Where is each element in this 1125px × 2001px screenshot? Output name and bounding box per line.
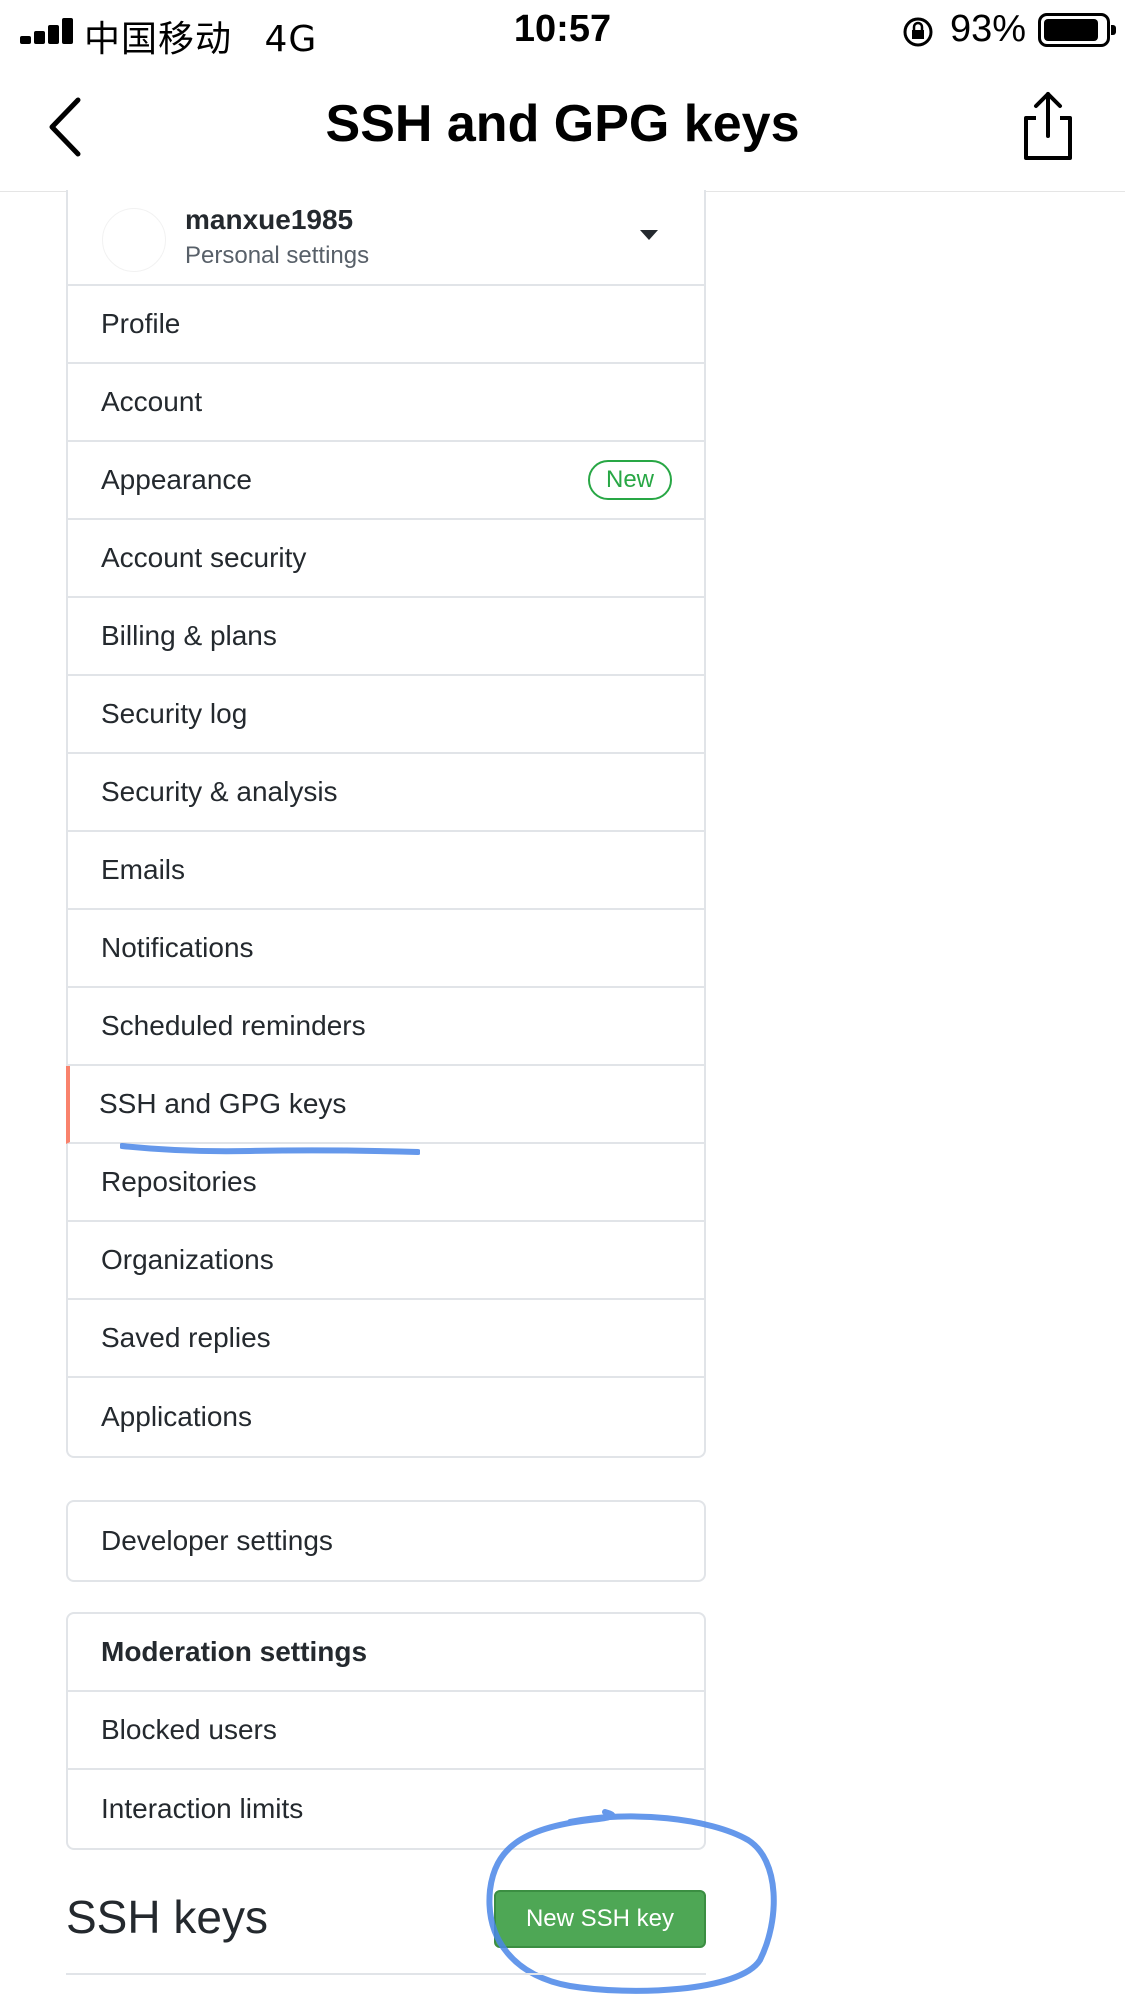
account-switcher[interactable]: manxue1985 Personal settings: [68, 190, 704, 286]
settings-menu: manxue1985 Personal settings Profile Acc…: [66, 190, 706, 1458]
avatar: [102, 208, 166, 272]
menu-item-blocked-users[interactable]: Blocked users: [68, 1692, 704, 1770]
status-bar: 中国移动 4G 10:57 93%: [0, 0, 1125, 62]
menu-item-organizations[interactable]: Organizations: [68, 1222, 704, 1300]
menu-item-label: SSH and GPG keys: [99, 1088, 347, 1119]
share-icon[interactable]: [1016, 88, 1080, 164]
menu-item-account[interactable]: Account: [68, 364, 704, 442]
menu-item-notifications[interactable]: Notifications: [68, 910, 704, 988]
menu-item-applications[interactable]: Applications: [68, 1378, 704, 1456]
battery-percent: 93%: [950, 8, 1027, 50]
caret-down-icon[interactable]: [640, 230, 658, 240]
menu-item-label: Applications: [101, 1401, 252, 1432]
menu-item-label: Saved replies: [101, 1322, 271, 1353]
menu-item-label: Security log: [101, 698, 248, 729]
divider: [66, 1973, 706, 1975]
battery-icon: [1038, 13, 1116, 47]
menu-item-saved-replies[interactable]: Saved replies: [68, 1300, 704, 1378]
menu-item-label: Appearance: [101, 464, 253, 495]
menu-item-label: Developer settings: [101, 1525, 333, 1556]
new-badge: New: [587, 460, 672, 500]
menu-item-label: Notifications: [101, 932, 254, 963]
menu-item-label: Scheduled reminders: [101, 1010, 366, 1041]
username: manxue1985: [185, 204, 354, 235]
menu-item-billing[interactable]: Billing & plans: [68, 598, 704, 676]
page: 中国移动 4G 10:57 93% SSH and GPG keys manxu…: [0, 0, 1125, 2001]
menu-item-label: Emails: [101, 854, 186, 885]
menu-item-label: Account: [101, 386, 203, 417]
menu-item-label: Blocked users: [101, 1714, 277, 1745]
menu-item-security-analysis[interactable]: Security & analysis: [68, 754, 704, 832]
ssh-keys-heading: SSH keys: [66, 1891, 268, 1943]
menu-item-ssh-gpg-keys[interactable]: SSH and GPG keys: [66, 1066, 704, 1144]
menu-item-emails[interactable]: Emails: [68, 832, 704, 910]
menu-item-appearance[interactable]: Appearance New: [68, 442, 704, 520]
menu-item-label: Organizations: [101, 1244, 274, 1275]
moderation-header-label: Moderation settings: [101, 1636, 368, 1667]
menu-item-security-log[interactable]: Security log: [68, 676, 704, 754]
menu-item-label: Account security: [101, 542, 307, 573]
menu-item-account-security[interactable]: Account security: [68, 520, 704, 598]
menu-item-label: Billing & plans: [101, 620, 277, 651]
menu-item-label: Interaction limits: [101, 1793, 304, 1824]
annotation-underline: [120, 1143, 420, 1155]
menu-item-scheduled-reminders[interactable]: Scheduled reminders: [68, 988, 704, 1066]
nav-bar: SSH and GPG keys: [0, 62, 1125, 192]
menu-item-developer-settings[interactable]: Developer settings: [68, 1502, 704, 1580]
developer-settings-box: Developer settings: [66, 1500, 706, 1582]
menu-item-profile[interactable]: Profile: [68, 286, 704, 364]
orientation-lock-icon: [903, 17, 933, 47]
moderation-header: Moderation settings: [68, 1614, 704, 1692]
annotation-circle: [486, 1809, 777, 1994]
account-subtitle: Personal settings: [185, 242, 370, 269]
page-title: SSH and GPG keys: [325, 95, 800, 153]
menu-item-label: Security & analysis: [101, 776, 338, 807]
menu-item-label: Profile: [101, 308, 181, 339]
menu-item-label: Repositories: [101, 1166, 257, 1197]
